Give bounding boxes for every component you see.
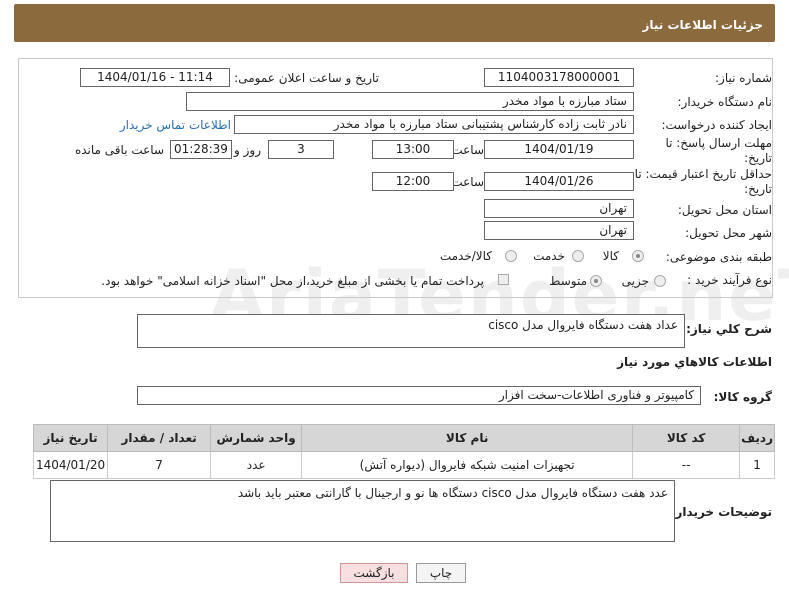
city-label: شهر محل تحویل: [685, 226, 772, 240]
cell-row-number: 1 [739, 451, 775, 479]
cell-need-date: 1404/01/20 [32, 451, 109, 479]
validity-label: حداقل تاریخ اعتبار قیمت: تا تاریخ: [634, 167, 772, 196]
buyer-field: ستاد مبارزه با مواد مخدر [186, 92, 634, 111]
category-option-service: خدمت [533, 249, 565, 263]
announce-field: 1404/01/16 - 11:14 [80, 68, 230, 87]
category-radio-goods[interactable] [632, 250, 644, 262]
days-field: 3 [268, 140, 334, 159]
need-number-field: 1104003178000001 [484, 68, 634, 87]
goods-info-title: اطلاعات کالاهاي مورد نياز [617, 355, 772, 369]
page-title: جزئیات اطلاعات نیاز [642, 18, 763, 32]
cell-item-code: -- [632, 451, 741, 479]
buyer-notes-field: عدد هفت دستگاه فایروال مدل cisco دستگاه … [50, 480, 675, 542]
summary-label: شرح کلي نياز: [686, 322, 772, 336]
validity-time-field: 12:00 [372, 172, 454, 191]
process-label: نوع فرآیند خرید : [687, 273, 772, 287]
creator-field: نادر ثابت زاده کارشناس پشتیبانی ستاد مبا… [234, 115, 634, 134]
province-label: استان محل تحویل: [677, 203, 772, 217]
print-button[interactable]: چاپ [416, 563, 466, 583]
cell-quantity: 7 [107, 451, 212, 479]
back-button[interactable]: بازگشت [340, 563, 408, 583]
process-radio-minor[interactable] [654, 275, 666, 287]
validity-time-label: ساعت [451, 175, 484, 189]
buyer-notes-label: توضیحات خریدار: [670, 505, 772, 519]
treasury-payment-text: پرداخت تمام یا بخشی از مبلغ خرید،از محل … [101, 274, 484, 288]
process-option-minor: جزیی [621, 274, 649, 288]
process-option-medium: متوسط [549, 274, 587, 288]
announce-label: تاریخ و ساعت اعلان عمومی: [234, 71, 379, 85]
col-header-unit: واحد شمارش [210, 424, 303, 452]
category-label: طبقه بندی موضوعی: [665, 250, 772, 264]
remaining-time-field: 01:28:39 [170, 140, 232, 159]
province-field: تهران [484, 199, 634, 218]
goods-group-label: گروه کالا: [713, 390, 772, 404]
page-header: جزئیات اطلاعات نیاز [14, 4, 775, 42]
days-label: روز و [234, 143, 261, 157]
goods-table: رديف کد کالا نام کالا واحد شمارش تعداد /… [32, 424, 775, 479]
creator-label: ایجاد کننده درخواست: [661, 118, 772, 132]
contact-link[interactable]: اطلاعات تماس خریدار [120, 118, 231, 132]
col-header-item-code: کد کالا [632, 424, 741, 452]
deadline-time-field: 13:00 [372, 140, 454, 159]
col-header-quantity: تعداد / مقدار [107, 424, 212, 452]
buyer-label: نام دستگاه خریدار: [677, 95, 773, 109]
goods-group-field: کامپیوتر و فناوری اطلاعات-سخت افزار [137, 386, 701, 405]
treasury-payment-checkbox[interactable] [498, 274, 509, 285]
city-field: تهران [484, 221, 634, 240]
need-number-label: شماره نیاز: [715, 71, 772, 85]
cell-unit: عدد [210, 451, 303, 479]
cell-item-name: تجهیزات امنیت شبکه فایروال (دیواره آتش) [301, 451, 634, 479]
deadline-label: مهلت ارسال پاسخ: تا تاریخ: [665, 136, 772, 165]
category-radio-service[interactable] [572, 250, 584, 262]
validity-date-field: 1404/01/26 [484, 172, 634, 191]
col-header-need-date: تاریخ نیاز [32, 424, 109, 452]
category-option-both: کالا/خدمت [439, 249, 492, 263]
col-header-row-number: رديف [739, 424, 775, 452]
deadline-date-field: 1404/01/19 [484, 140, 634, 159]
deadline-time-label: ساعت [451, 143, 484, 157]
table-header-row: رديف کد کالا نام کالا واحد شمارش تعداد /… [32, 424, 775, 452]
remaining-label: ساعت باقی مانده [74, 143, 164, 157]
process-radio-medium[interactable] [590, 275, 602, 287]
category-option-goods: کالا [602, 249, 619, 263]
col-header-item-name: نام کالا [301, 424, 634, 452]
category-radio-both[interactable] [505, 250, 517, 262]
table-row: 1 -- تجهیزات امنیت شبکه فایروال (دیواره … [32, 451, 775, 479]
summary-field: عداد هفت دستگاه فایروال مدل cisco [137, 314, 685, 348]
